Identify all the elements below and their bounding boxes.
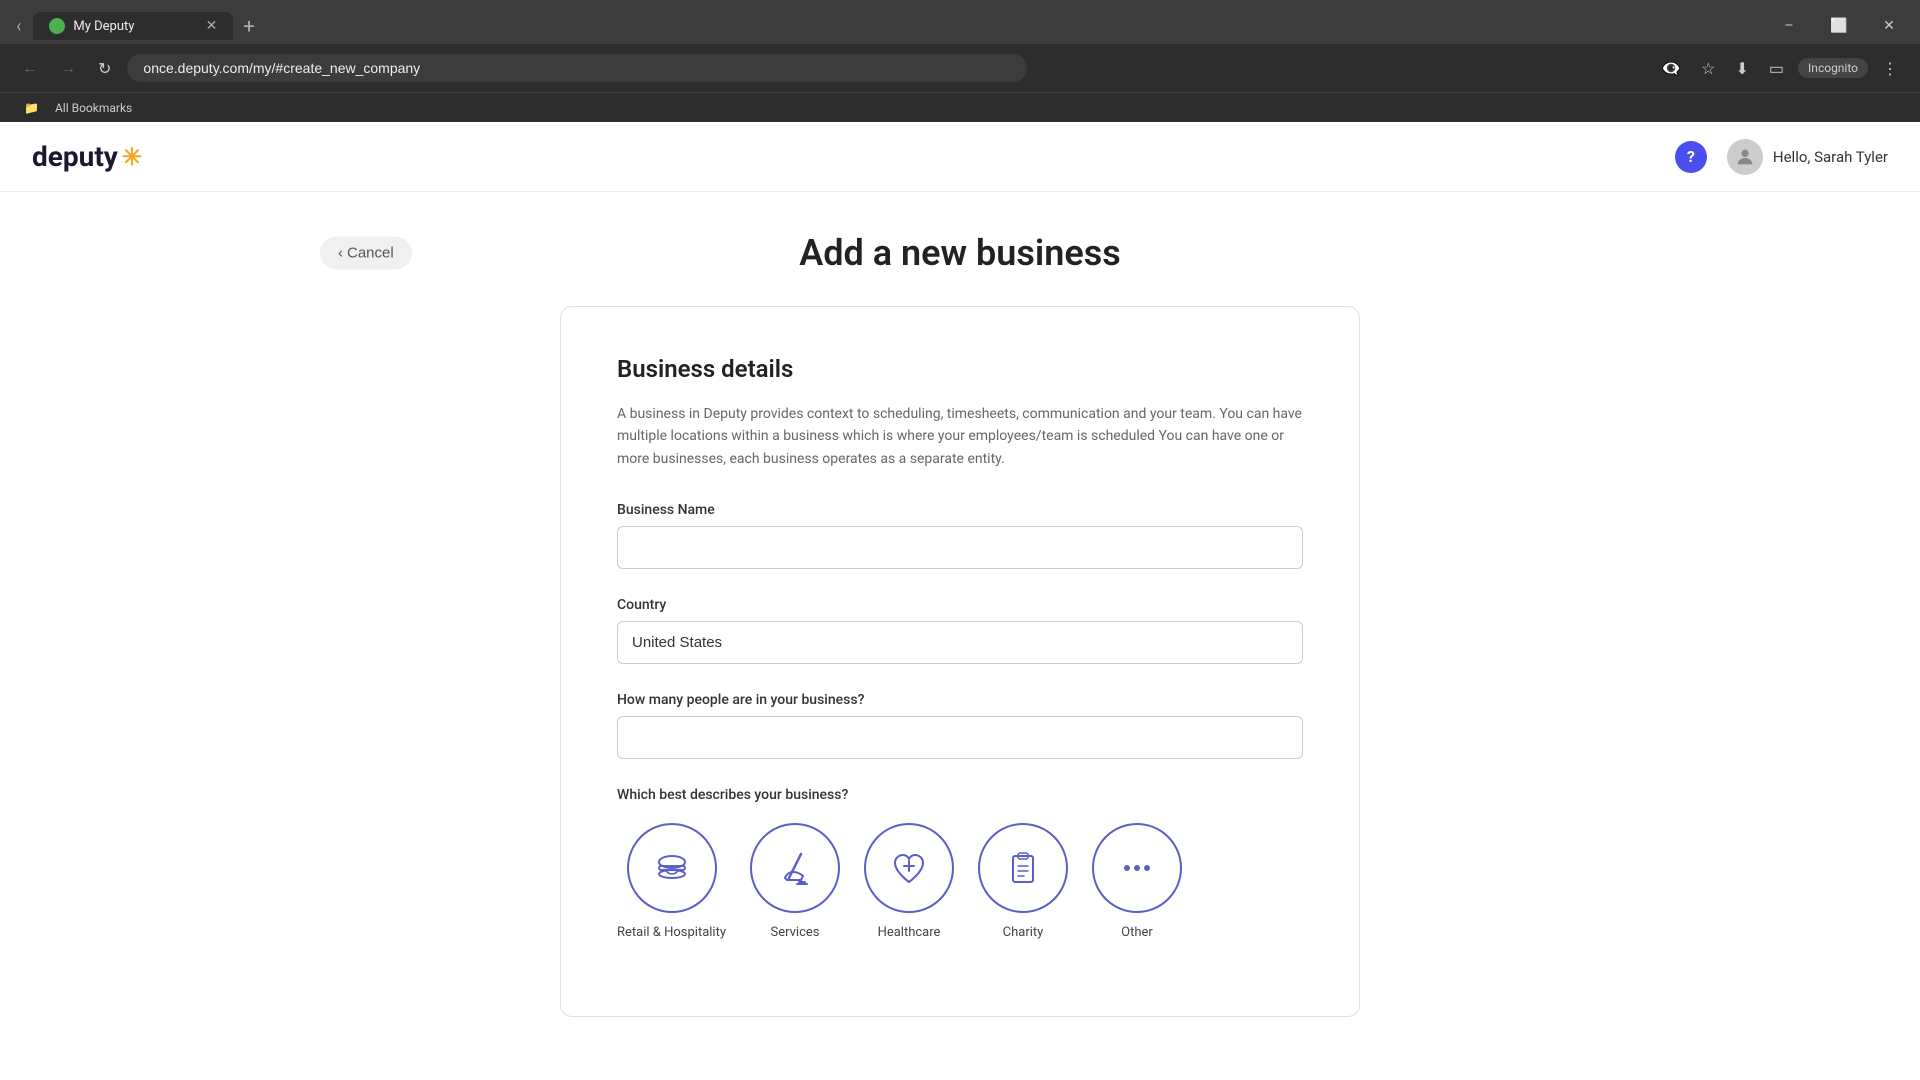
tab-favicon [49, 18, 65, 34]
business-type-services[interactable]: Services [750, 823, 840, 940]
other-label: Other [1121, 925, 1153, 940]
avatar [1727, 139, 1763, 175]
logo-asterisk-icon: ✳ [122, 143, 142, 171]
incognito-badge[interactable]: Incognito [1798, 58, 1868, 78]
eye-slash-icon[interactable]: 👁️‍🗨️ [1655, 55, 1687, 82]
retail-hospitality-icon [627, 823, 717, 913]
charity-label: Charity [1003, 925, 1044, 940]
bookmarks-bar: 📁 All Bookmarks [0, 92, 1920, 122]
business-name-input[interactable] [617, 526, 1303, 569]
minimize-button[interactable]: – [1766, 4, 1812, 48]
country-group: Country [617, 597, 1303, 664]
business-type-retail-hospitality[interactable]: Retail & Hospitality [617, 823, 726, 940]
form-card: Business details A business in Deputy pr… [560, 306, 1360, 1017]
new-tab-button[interactable]: + [233, 10, 264, 42]
reload-button[interactable]: ↻ [92, 55, 117, 82]
page-title-area: ‹ Cancel Add a new business [0, 232, 1920, 274]
form-section-title: Business details [617, 355, 1303, 383]
cast-icon[interactable]: ▭ [1763, 55, 1790, 82]
cancel-button[interactable]: ‹ Cancel [320, 237, 412, 270]
business-type-label: Which best describes your business? [617, 787, 1303, 803]
app-wrapper: deputy ✳ ? Hello, Sarah Tyler ‹ Cancel A… [0, 122, 1920, 1060]
retail-hospitality-label: Retail & Hospitality [617, 925, 726, 940]
address-input[interactable] [127, 54, 1027, 82]
business-type-charity[interactable]: Charity [978, 823, 1068, 940]
healthcare-icon [864, 823, 954, 913]
header-right: ? Hello, Sarah Tyler [1675, 139, 1888, 175]
business-type-other[interactable]: Other [1092, 823, 1182, 940]
people-count-group: How many people are in your business? [617, 692, 1303, 759]
bookmark-star-icon[interactable]: ☆ [1695, 55, 1721, 82]
close-button[interactable]: ✕ [1866, 4, 1912, 48]
download-icon[interactable]: ⬇ [1730, 55, 1755, 82]
more-menu-icon[interactable]: ⋮ [1876, 55, 1904, 82]
browser-icons: 👁️‍🗨️ ☆ ⬇ ▭ Incognito ⋮ [1655, 55, 1904, 82]
business-name-group: Business Name [617, 502, 1303, 569]
forward-button[interactable]: → [54, 54, 82, 82]
country-input[interactable] [617, 621, 1303, 664]
user-info[interactable]: Hello, Sarah Tyler [1727, 139, 1888, 175]
deputy-logo[interactable]: deputy ✳ [32, 140, 142, 173]
tab-close-button[interactable]: ✕ [206, 18, 218, 34]
app-header: deputy ✳ ? Hello, Sarah Tyler [0, 122, 1920, 192]
form-description: A business in Deputy provides context to… [617, 403, 1303, 470]
business-type-group: Which best describes your business? [617, 787, 1303, 940]
all-bookmarks-label[interactable]: All Bookmarks [47, 99, 140, 117]
charity-icon [978, 823, 1068, 913]
back-button[interactable]: ← [16, 54, 44, 82]
page-content: ‹ Cancel Add a new business Business det… [0, 192, 1920, 1057]
user-name-label: Hello, Sarah Tyler [1773, 148, 1888, 166]
healthcare-label: Healthcare [878, 925, 941, 940]
browser-tab-bar: ‹ My Deputy ✕ + – ⬜ ✕ [0, 0, 1920, 44]
services-icon [750, 823, 840, 913]
cancel-chevron-icon: ‹ [338, 245, 343, 262]
cancel-label: Cancel [347, 245, 394, 262]
maximize-button[interactable]: ⬜ [1816, 4, 1862, 48]
business-type-options: Retail & Hospitality Servi [617, 823, 1303, 940]
page-title: Add a new business [0, 232, 1920, 274]
business-name-label: Business Name [617, 502, 1303, 518]
tab-title: My Deputy [73, 19, 134, 34]
browser-tab[interactable]: My Deputy ✕ [33, 12, 233, 40]
tab-scroll-back[interactable]: ‹ [8, 12, 29, 41]
people-count-label: How many people are in your business? [617, 692, 1303, 708]
help-button[interactable]: ? [1675, 141, 1707, 173]
logo-text: deputy [32, 140, 118, 173]
country-label: Country [617, 597, 1303, 613]
browser-chrome: ‹ My Deputy ✕ + – ⬜ ✕ ← → ↻ 👁️‍🗨️ ☆ ⬇ ▭ … [0, 0, 1920, 122]
people-count-input[interactable] [617, 716, 1303, 759]
business-type-healthcare[interactable]: Healthcare [864, 823, 954, 940]
services-label: Services [771, 925, 820, 940]
browser-address-bar: ← → ↻ 👁️‍🗨️ ☆ ⬇ ▭ Incognito ⋮ [0, 44, 1920, 92]
window-controls: – ⬜ ✕ [1766, 4, 1912, 48]
other-icon [1092, 823, 1182, 913]
bookmarks-folder-icon[interactable]: 📁 [16, 99, 47, 117]
